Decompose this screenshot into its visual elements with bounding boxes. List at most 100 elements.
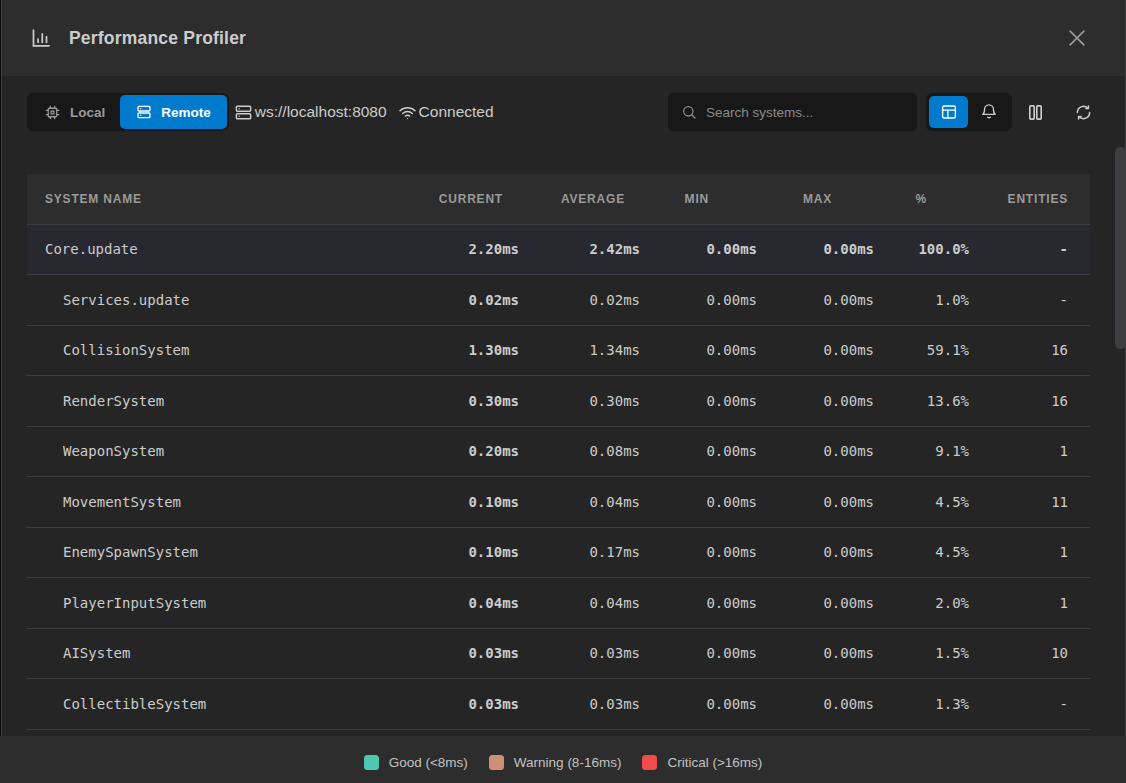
current-cell: 0.03ms: [399, 696, 519, 712]
close-icon[interactable]: [1066, 27, 1088, 49]
entities-cell: 16: [969, 393, 1068, 409]
entities-cell: 10: [969, 645, 1068, 661]
average-cell: 0.03ms: [519, 696, 640, 712]
remote-mode-label: Remote: [161, 105, 211, 120]
view-toggle-group: [926, 93, 1012, 131]
refresh-button[interactable]: [1074, 103, 1093, 122]
column-header-entities[interactable]: ENTITIES: [969, 192, 1068, 206]
current-cell: 0.02ms: [399, 292, 519, 308]
system-name-cell: Services.update: [45, 292, 399, 308]
table-row[interactable]: PlayerInputSystem0.04ms0.04ms0.00ms0.00m…: [27, 578, 1090, 629]
legend-footer: Good (<8ms) Warning (8-16ms) Critical (>…: [0, 736, 1126, 783]
average-cell: 0.30ms: [519, 393, 640, 409]
current-cell: 0.03ms: [399, 645, 519, 661]
min-cell: 0.00ms: [640, 544, 757, 560]
entities-cell: -: [969, 292, 1068, 308]
table-row[interactable]: MovementSystem0.10ms0.04ms0.00ms0.00ms4.…: [27, 477, 1090, 528]
table-body: Core.update2.20ms2.42ms0.00ms0.00ms100.0…: [27, 225, 1090, 730]
percent-cell: 4.5%: [874, 494, 969, 510]
table-row[interactable]: WeaponSystem0.20ms0.08ms0.00ms0.00ms9.1%…: [27, 427, 1090, 478]
column-header-max[interactable]: MAX: [757, 192, 874, 206]
system-name-cell: Core.update: [45, 241, 399, 257]
connection-url: ws://localhost:8080: [234, 103, 387, 122]
table-row[interactable]: CollisionSystem1.30ms1.34ms0.00ms0.00ms5…: [27, 326, 1090, 377]
host-icon: [234, 103, 253, 122]
table-row[interactable]: Core.update2.20ms2.42ms0.00ms0.00ms100.0…: [27, 225, 1090, 276]
local-mode-label: Local: [70, 105, 105, 120]
entities-cell: 1: [969, 443, 1068, 459]
good-swatch: [364, 755, 379, 770]
column-header-average[interactable]: AVERAGE: [519, 192, 640, 206]
average-cell: 0.17ms: [519, 544, 640, 560]
max-cell: 0.00ms: [757, 696, 874, 712]
critical-swatch: [642, 755, 657, 770]
max-cell: 0.00ms: [757, 241, 874, 257]
min-cell: 0.00ms: [640, 494, 757, 510]
current-cell: 1.30ms: [399, 342, 519, 358]
bar-chart-icon: [30, 27, 52, 49]
entities-cell: -: [969, 696, 1068, 712]
percent-cell: 1.5%: [874, 645, 969, 661]
mode-toggle-group: Local Remote: [27, 93, 229, 131]
current-cell: 0.30ms: [399, 393, 519, 409]
entities-cell: 16: [969, 342, 1068, 358]
system-name-cell: CollectibleSystem: [45, 696, 399, 712]
average-cell: 1.34ms: [519, 342, 640, 358]
search-icon: [681, 104, 697, 120]
window-left-border: [1, 0, 2, 783]
pause-button[interactable]: [1025, 102, 1046, 123]
entities-cell: 1: [969, 544, 1068, 560]
legend-item-critical: Critical (>16ms): [642, 755, 762, 770]
entities-cell: 11: [969, 494, 1068, 510]
average-cell: 2.42ms: [519, 241, 640, 257]
page-title: Performance Profiler: [69, 28, 246, 49]
warning-label: Warning (8-16ms): [514, 755, 622, 770]
remote-mode-button[interactable]: Remote: [120, 95, 227, 129]
good-label: Good (<8ms): [389, 755, 468, 770]
entities-cell: 1: [969, 595, 1068, 611]
column-header-current[interactable]: CURRENT: [399, 192, 519, 206]
min-cell: 0.00ms: [640, 342, 757, 358]
max-cell: 0.00ms: [757, 645, 874, 661]
search-placeholder: Search systems...: [706, 105, 813, 120]
systems-table: SYSTEM NAME CURRENT AVERAGE MIN MAX % EN…: [27, 174, 1090, 730]
table-row[interactable]: CollectibleSystem0.03ms0.03ms0.00ms0.00m…: [27, 679, 1090, 730]
average-cell: 0.04ms: [519, 494, 640, 510]
critical-label: Critical (>16ms): [667, 755, 762, 770]
average-cell: 0.03ms: [519, 645, 640, 661]
alerts-button[interactable]: [968, 96, 1009, 128]
legend-item-warning: Warning (8-16ms): [489, 755, 622, 770]
min-cell: 0.00ms: [640, 645, 757, 661]
titlebar: Performance Profiler: [0, 0, 1126, 76]
percent-cell: 1.0%: [874, 292, 969, 308]
search-input[interactable]: Search systems...: [668, 93, 917, 131]
system-name-cell: WeaponSystem: [45, 443, 399, 459]
percent-cell: 4.5%: [874, 544, 969, 560]
current-cell: 0.20ms: [399, 443, 519, 459]
table-row[interactable]: EnemySpawnSystem0.10ms0.17ms0.00ms0.00ms…: [27, 528, 1090, 579]
table-row[interactable]: AISystem0.03ms0.03ms0.00ms0.00ms1.5%10: [27, 629, 1090, 680]
min-cell: 0.00ms: [640, 241, 757, 257]
system-name-cell: PlayerInputSystem: [45, 595, 399, 611]
table-view-button[interactable]: [929, 96, 968, 128]
column-header-min[interactable]: MIN: [640, 192, 757, 206]
system-name-cell: EnemySpawnSystem: [45, 544, 399, 560]
toolbar: Local Remote ws://localhost:8080: [0, 93, 1126, 131]
column-header-percent[interactable]: %: [874, 192, 969, 206]
column-header-system-name[interactable]: SYSTEM NAME: [45, 192, 399, 206]
table-row[interactable]: Services.update0.02ms0.02ms0.00ms0.00ms1…: [27, 275, 1090, 326]
max-cell: 0.00ms: [757, 443, 874, 459]
max-cell: 0.00ms: [757, 342, 874, 358]
percent-cell: 100.0%: [874, 241, 969, 257]
table-row[interactable]: RenderSystem0.30ms0.30ms0.00ms0.00ms13.6…: [27, 376, 1090, 427]
local-mode-button[interactable]: Local: [29, 95, 120, 129]
current-cell: 0.04ms: [399, 595, 519, 611]
system-name-cell: MovementSystem: [45, 494, 399, 510]
min-cell: 0.00ms: [640, 393, 757, 409]
current-cell: 2.20ms: [399, 241, 519, 257]
legend-item-good: Good (<8ms): [364, 755, 468, 770]
connection-status: Connected: [398, 103, 494, 122]
max-cell: 0.00ms: [757, 292, 874, 308]
max-cell: 0.00ms: [757, 595, 874, 611]
system-name-cell: AISystem: [45, 645, 399, 661]
